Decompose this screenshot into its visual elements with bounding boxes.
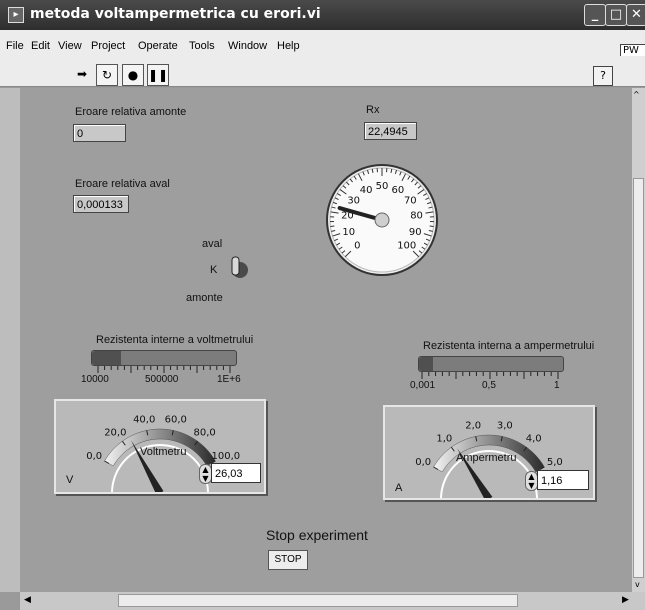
vi-icon: ▸	[8, 7, 24, 23]
vm-tick-label: 0,0	[86, 451, 102, 462]
run-arrow-icon[interactable]: ➡	[72, 64, 92, 84]
amp-res-tick-min: 0,001	[410, 380, 436, 391]
menu-project[interactable]: Project	[91, 40, 125, 52]
vm-tick-label: 100,0	[211, 451, 240, 462]
menu-edit[interactable]: Edit	[31, 40, 50, 52]
switch-top-label: aval	[202, 238, 223, 250]
rx-gauge-tick-label: 90	[409, 227, 422, 238]
voltmeter-name: Voltmetru	[140, 446, 187, 458]
stop-experiment-label: Stop experiment	[266, 527, 368, 543]
toggle-switch-k[interactable]	[226, 254, 250, 280]
abort-icon[interactable]: ●	[122, 64, 144, 86]
voltmeter-unit: V	[66, 474, 74, 486]
amp-res-label: Rezistenta interna a ampermetrului	[423, 340, 595, 352]
help-icon[interactable]: ?	[593, 66, 613, 86]
vm-tick-label: 20,0	[104, 428, 126, 439]
am-tick-label: 0,0	[415, 457, 431, 468]
ampermeter-name: Ampermetru	[456, 452, 517, 464]
volt-res-tick-max: 1E+6	[217, 374, 241, 385]
ampermeter-numeric[interactable]: 1,16	[537, 470, 589, 490]
rx-gauge-tick-label: 0	[354, 241, 360, 252]
am-tick-label: 5,0	[547, 457, 563, 468]
rx-gauge-tick-label: 100	[397, 241, 416, 252]
volt-res-scale	[97, 366, 231, 373]
eroare-amonte-indicator: 0	[73, 124, 126, 142]
minimize-button[interactable]: _	[584, 4, 606, 26]
eroare-aval-label: Eroare relativa aval	[75, 178, 170, 190]
scroll-right-icon[interactable]: ▶	[622, 595, 629, 605]
switch-bottom-label: amonte	[186, 292, 223, 304]
scroll-left-icon[interactable]: ◀	[24, 595, 31, 605]
stop-button[interactable]: STOP	[268, 550, 308, 570]
volt-res-tick-mid: 500000	[145, 374, 179, 385]
switch-name-label: K	[210, 264, 218, 276]
am-tick-label: 3,0	[497, 421, 513, 432]
ampermeter-unit: A	[395, 482, 403, 494]
amp-res-scale	[421, 372, 559, 379]
scroll-down-icon[interactable]: v	[635, 580, 640, 589]
volt-res-tick-min: 10000	[81, 374, 109, 385]
rx-gauge-tick-label: 60	[392, 185, 405, 196]
maximize-button[interactable]: □	[605, 4, 627, 26]
rx-gauge-tick-label: 80	[410, 211, 423, 222]
vm-tick-label: 60,0	[165, 415, 187, 426]
rx-gauge-tick-label: 70	[404, 195, 417, 206]
menu-tools[interactable]: Tools	[189, 40, 215, 52]
am-tick-label: 1,0	[436, 434, 452, 445]
title-bar: ▸ metoda voltampermetrica cu erori.vi _ …	[0, 0, 645, 30]
am-tick-label: 4,0	[526, 434, 542, 445]
rx-gauge-tick-label: 30	[347, 195, 360, 206]
menu-file[interactable]: File	[6, 40, 24, 52]
window-title: metoda voltampermetrica cu erori.vi	[30, 6, 321, 22]
rx-gauge: 010203040 50 60708090100	[326, 164, 438, 276]
pause-icon[interactable]: ❚❚	[147, 64, 169, 86]
am-tick-label: 2,0	[465, 421, 481, 432]
volt-res-slider[interactable]	[91, 350, 237, 366]
vm-tick-label: 80,0	[194, 428, 216, 439]
rx-gauge-tick-label: 10	[342, 227, 355, 238]
menu-help[interactable]: Help	[277, 40, 300, 52]
rx-label: Rx	[366, 104, 380, 116]
eroare-aval-indicator: 0,000133	[73, 195, 129, 213]
rx-gauge-tick-label: 50	[376, 181, 389, 192]
run-continuously-icon[interactable]: ↻	[96, 64, 118, 86]
rx-indicator: 22,4945	[364, 122, 417, 140]
rx-gauge-tick-label: 40	[360, 185, 373, 196]
panel-left-edge	[0, 88, 20, 592]
vertical-scroll-thumb[interactable]	[633, 178, 644, 578]
menu-view[interactable]: View	[58, 40, 82, 52]
voltmeter-numeric[interactable]: 26,03	[211, 463, 261, 483]
vm-tick-label: 40,0	[133, 415, 155, 426]
menu-operate[interactable]: Operate	[138, 40, 178, 52]
horizontal-scroll-thumb[interactable]	[118, 594, 518, 607]
scroll-up-icon[interactable]: ^	[633, 90, 640, 99]
close-button[interactable]: ✕	[626, 4, 645, 26]
amp-res-slider[interactable]	[418, 356, 564, 372]
eroare-amonte-label: Eroare relativa amonte	[75, 106, 187, 118]
menu-window[interactable]: Window	[228, 40, 267, 52]
volt-res-label: Rezistenta interne a voltmetrului	[96, 334, 254, 346]
amp-res-tick-mid: 0,5	[482, 380, 496, 391]
amp-res-tick-max: 1	[554, 380, 560, 391]
